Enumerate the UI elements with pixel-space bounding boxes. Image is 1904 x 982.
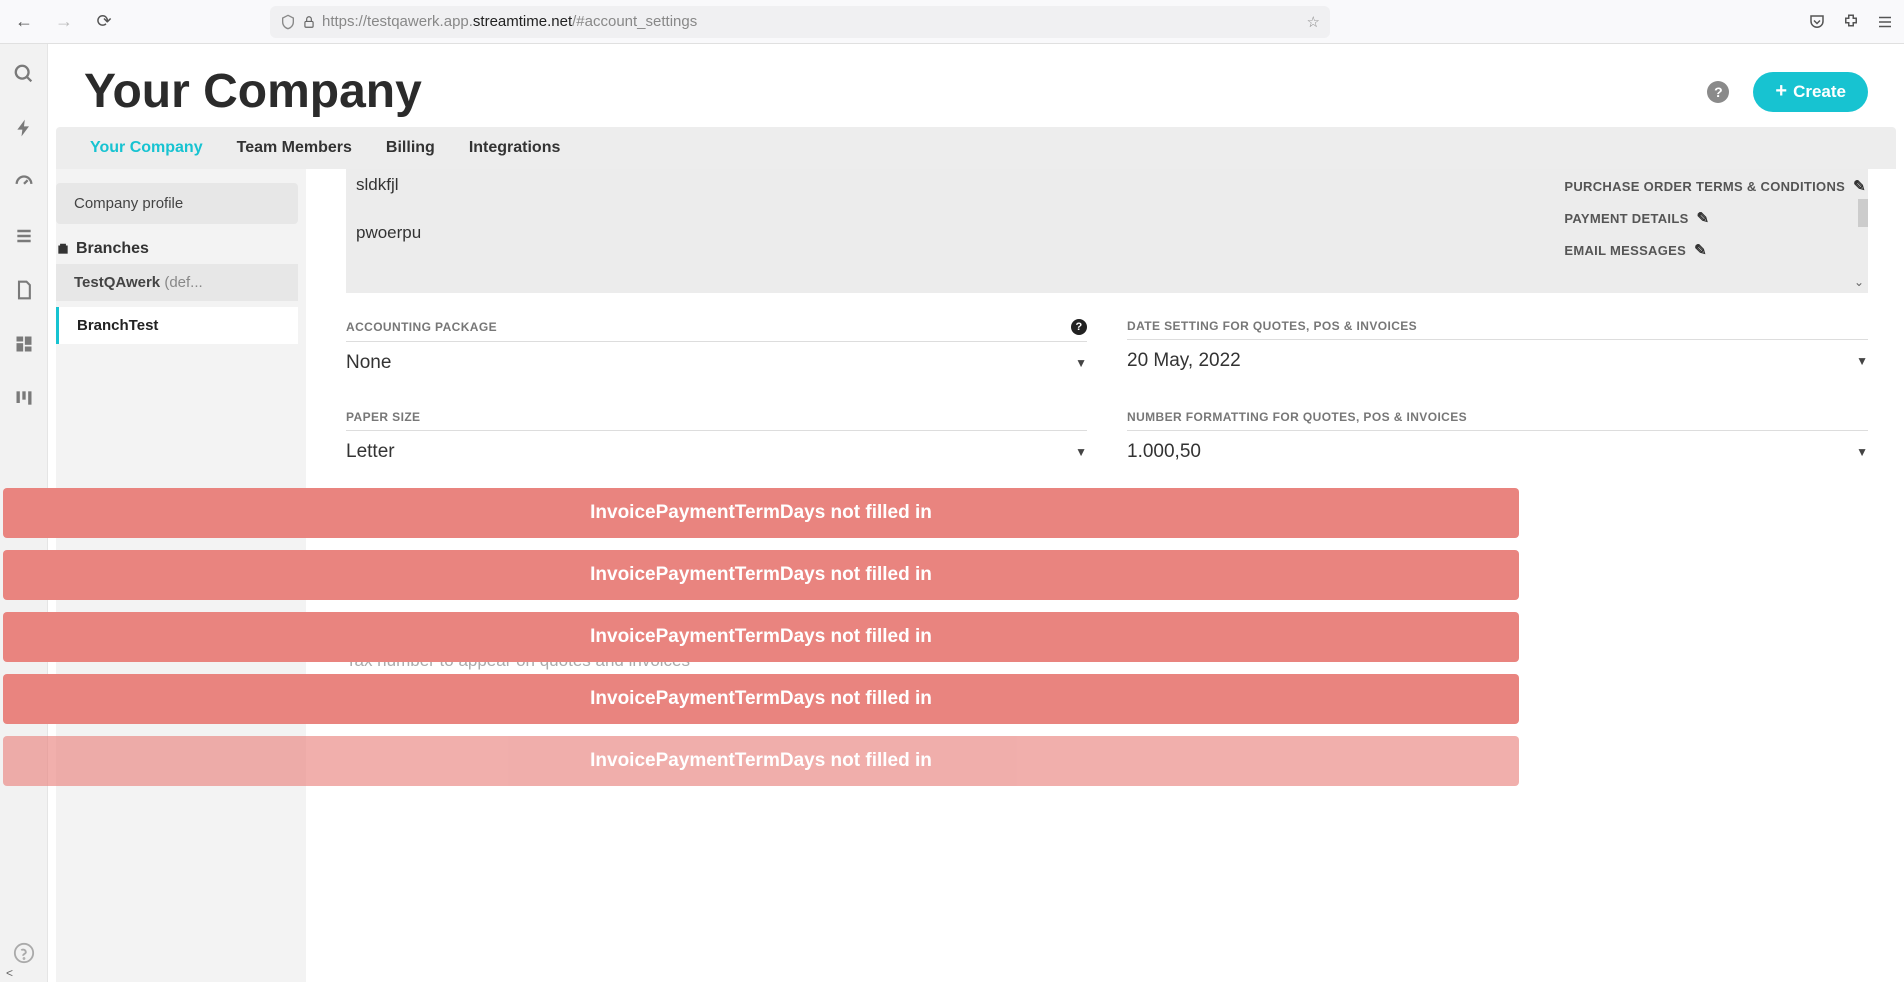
- tabs-bar: Your Company Team Members Billing Integr…: [56, 127, 1896, 169]
- sidebar-section-branches: Branches: [56, 230, 298, 264]
- branch-item-branchtest[interactable]: BranchTest: [56, 307, 298, 344]
- create-button-label: Create: [1793, 82, 1846, 102]
- caret-down-icon: ▼: [1856, 354, 1868, 368]
- scroll-left-icon[interactable]: <: [6, 966, 13, 980]
- field-label-accounting: ACCOUNTING PACKAGE ?: [346, 319, 1087, 342]
- url-text: https://testqawerk.app.streamtime.net/#a…: [322, 13, 697, 30]
- back-button[interactable]: ←: [10, 8, 38, 36]
- tab-integrations[interactable]: Integrations: [469, 139, 561, 157]
- error-toasts: InvoicePaymentTermDays not filled in Inv…: [3, 488, 1519, 786]
- reload-button[interactable]: ⟳: [90, 8, 118, 36]
- error-toast[interactable]: InvoicePaymentTermDays not filled in: [3, 550, 1519, 600]
- error-toast[interactable]: InvoicePaymentTermDays not filled in: [3, 612, 1519, 662]
- field-label-date-setting: DATE SETTING FOR QUOTES, POS & INVOICES: [1127, 319, 1868, 340]
- tab-team-members[interactable]: Team Members: [237, 139, 352, 157]
- error-toast[interactable]: InvoicePaymentTermDays not filled in: [3, 736, 1519, 786]
- help-icon[interactable]: [13, 942, 35, 964]
- field-label-number-format: NUMBER FORMATTING FOR QUOTES, POS & INVO…: [1127, 410, 1868, 431]
- error-toast[interactable]: InvoicePaymentTermDays not filled in: [3, 488, 1519, 538]
- branch-item-testqawerk[interactable]: TestQAwerk (def...: [56, 264, 298, 301]
- select-number-format[interactable]: 1.000,50 ▼: [1127, 431, 1868, 473]
- field-label-paper-size: PAPER SIZE: [346, 410, 1087, 431]
- header-help-icon[interactable]: ?: [1707, 81, 1729, 103]
- link-payment-details[interactable]: PAYMENT DETAILS ✎: [1564, 209, 1866, 227]
- url-bar[interactable]: https://testqawerk.app.streamtime.net/#a…: [270, 6, 1330, 38]
- help-icon[interactable]: ?: [1071, 319, 1087, 335]
- error-toast[interactable]: InvoicePaymentTermDays not filled in: [3, 674, 1519, 724]
- tab-billing[interactable]: Billing: [386, 139, 435, 157]
- caret-down-icon: ▼: [1075, 445, 1087, 459]
- select-accounting-package[interactable]: None ▼: [346, 342, 1087, 384]
- caret-down-icon: ▼: [1075, 356, 1087, 370]
- browser-chrome: ← → ⟳ https://testqawerk.app.streamtime.…: [0, 0, 1904, 44]
- list-icon[interactable]: [12, 224, 36, 248]
- shield-icon: [280, 14, 296, 30]
- pencil-icon: ✎: [1694, 241, 1707, 259]
- extensions-icon[interactable]: [1842, 13, 1860, 31]
- sidebar-item-company-profile[interactable]: Company profile: [56, 183, 298, 224]
- forward-button[interactable]: →: [50, 8, 78, 36]
- select-paper-size[interactable]: Letter ▼: [346, 431, 1087, 473]
- bolt-icon[interactable]: [12, 116, 36, 140]
- search-icon[interactable]: [12, 62, 36, 86]
- link-email-messages[interactable]: EMAIL MESSAGES ✎: [1564, 241, 1866, 259]
- create-button[interactable]: + Create: [1753, 72, 1868, 112]
- board-icon[interactable]: [12, 386, 36, 410]
- plus-icon: +: [1775, 80, 1787, 103]
- caret-down-icon: ▼: [1856, 445, 1868, 459]
- gauge-icon[interactable]: [12, 170, 36, 194]
- chevron-down-icon[interactable]: ⌄: [1854, 275, 1864, 289]
- star-icon[interactable]: ☆: [1307, 13, 1320, 31]
- menu-icon[interactable]: [1876, 13, 1894, 31]
- page-title: Your Company: [84, 64, 1707, 119]
- grid-icon[interactable]: [12, 332, 36, 356]
- pencil-icon: ✎: [1853, 177, 1866, 195]
- building-icon: [56, 242, 70, 256]
- page-header: Your Company ? + Create: [48, 44, 1904, 127]
- lock-icon: [302, 15, 316, 29]
- link-po-terms[interactable]: PURCHASE ORDER TERMS & CONDITIONS ✎: [1564, 177, 1866, 195]
- document-icon[interactable]: [12, 278, 36, 302]
- right-links: PURCHASE ORDER TERMS & CONDITIONS ✎ PAYM…: [1564, 177, 1866, 259]
- pocket-icon[interactable]: [1808, 13, 1826, 31]
- select-date-setting[interactable]: 20 May, 2022 ▼: [1127, 340, 1868, 382]
- pencil-icon: ✎: [1697, 209, 1710, 227]
- tab-your-company[interactable]: Your Company: [90, 139, 203, 157]
